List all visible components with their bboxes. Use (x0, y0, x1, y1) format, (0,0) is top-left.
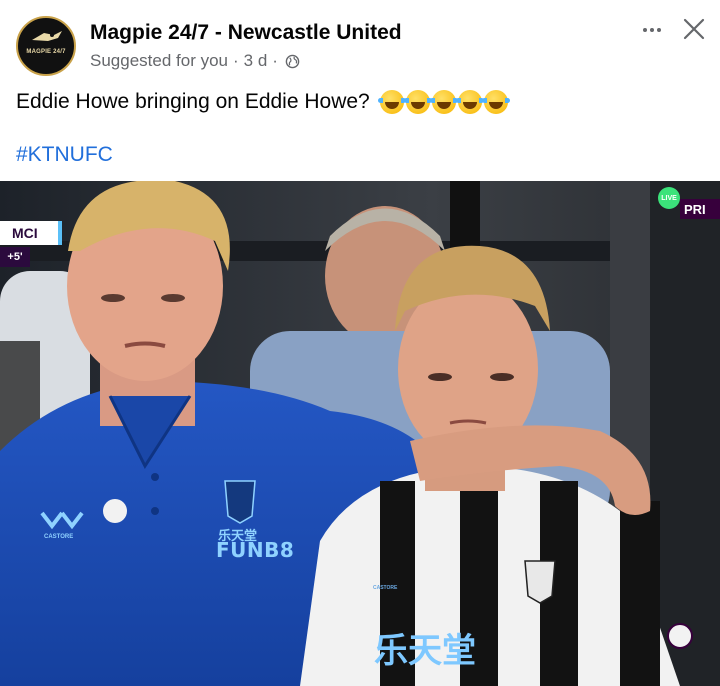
magpie-logo-icon (32, 31, 62, 41)
more-dot-icon (650, 28, 654, 32)
scoreboard-team: MCI (0, 221, 62, 245)
globe-icon (285, 54, 300, 68)
laughing-emoji-icon (403, 90, 432, 115)
laughing-emoji-icon (481, 90, 510, 115)
post-time[interactable]: 3 d (244, 51, 268, 71)
broadcaster-badge: PRI (680, 199, 720, 219)
more-options-button[interactable] (636, 16, 668, 44)
coach-shirt-sponsor: FUNB8 (216, 538, 295, 562)
post-photo[interactable]: MCI +5' LIVE PRI CASTORE 乐天堂 FUNB8 CASTO… (0, 181, 720, 686)
avatar-text: MAGPIE 24/7 (26, 49, 66, 55)
suggested-label: Suggested for you (90, 51, 228, 70)
close-icon[interactable] (679, 14, 709, 44)
post-text: Eddie Howe bringing on Eddie Howe? (16, 90, 510, 115)
photo-scene (0, 181, 720, 686)
kit-brand-text: CASTORE (44, 534, 74, 540)
more-dot-icon (643, 28, 647, 32)
post-meta: Suggested for you · 3 d · (90, 51, 300, 71)
player-shirt-sponsor: 乐天堂 (374, 631, 476, 671)
laughing-emoji-icon (377, 90, 406, 115)
more-dot-icon (657, 28, 661, 32)
laughing-emoji-icon (455, 90, 484, 115)
player-kit-brand-text: CASTORE (373, 585, 398, 591)
page-avatar[interactable]: MAGPIE 24/7 (16, 16, 76, 76)
added-time-badge: +5' (0, 247, 30, 267)
post-body-text: Eddie Howe bringing on Eddie Howe? (16, 90, 370, 113)
post-header: MAGPIE 24/7 Magpie 24/7 - Newcastle Unit… (0, 0, 720, 80)
hashtag-link[interactable]: #KTNUFC (16, 143, 113, 167)
meta-separator-2: · (272, 51, 278, 70)
meta-separator: · (232, 51, 239, 70)
laughing-emoji-icon (429, 90, 458, 115)
live-badge: LIVE (658, 187, 680, 209)
laughing-emoji-row (377, 90, 510, 115)
page-name[interactable]: Magpie 24/7 - Newcastle United (90, 21, 402, 45)
